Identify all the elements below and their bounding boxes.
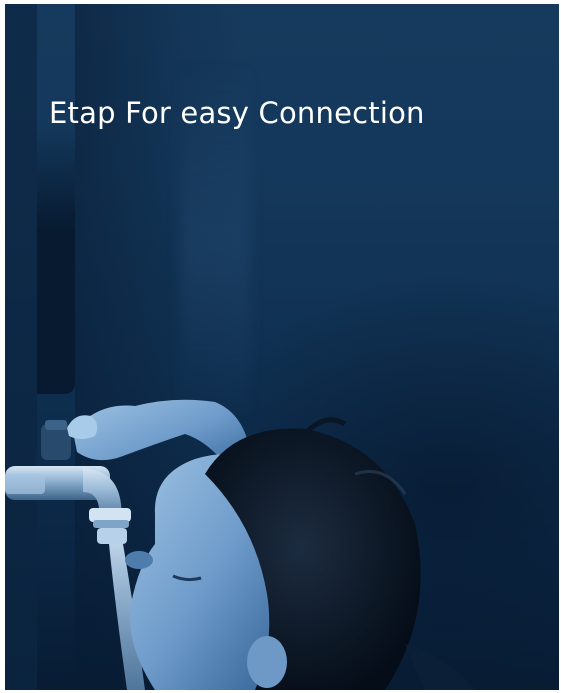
hero-photo-illustration (5, 399, 475, 690)
child-ear (247, 636, 287, 688)
page-frame: Etap For easy Connection (0, 0, 561, 693)
hero-banner: Etap For easy Connection (5, 4, 559, 690)
